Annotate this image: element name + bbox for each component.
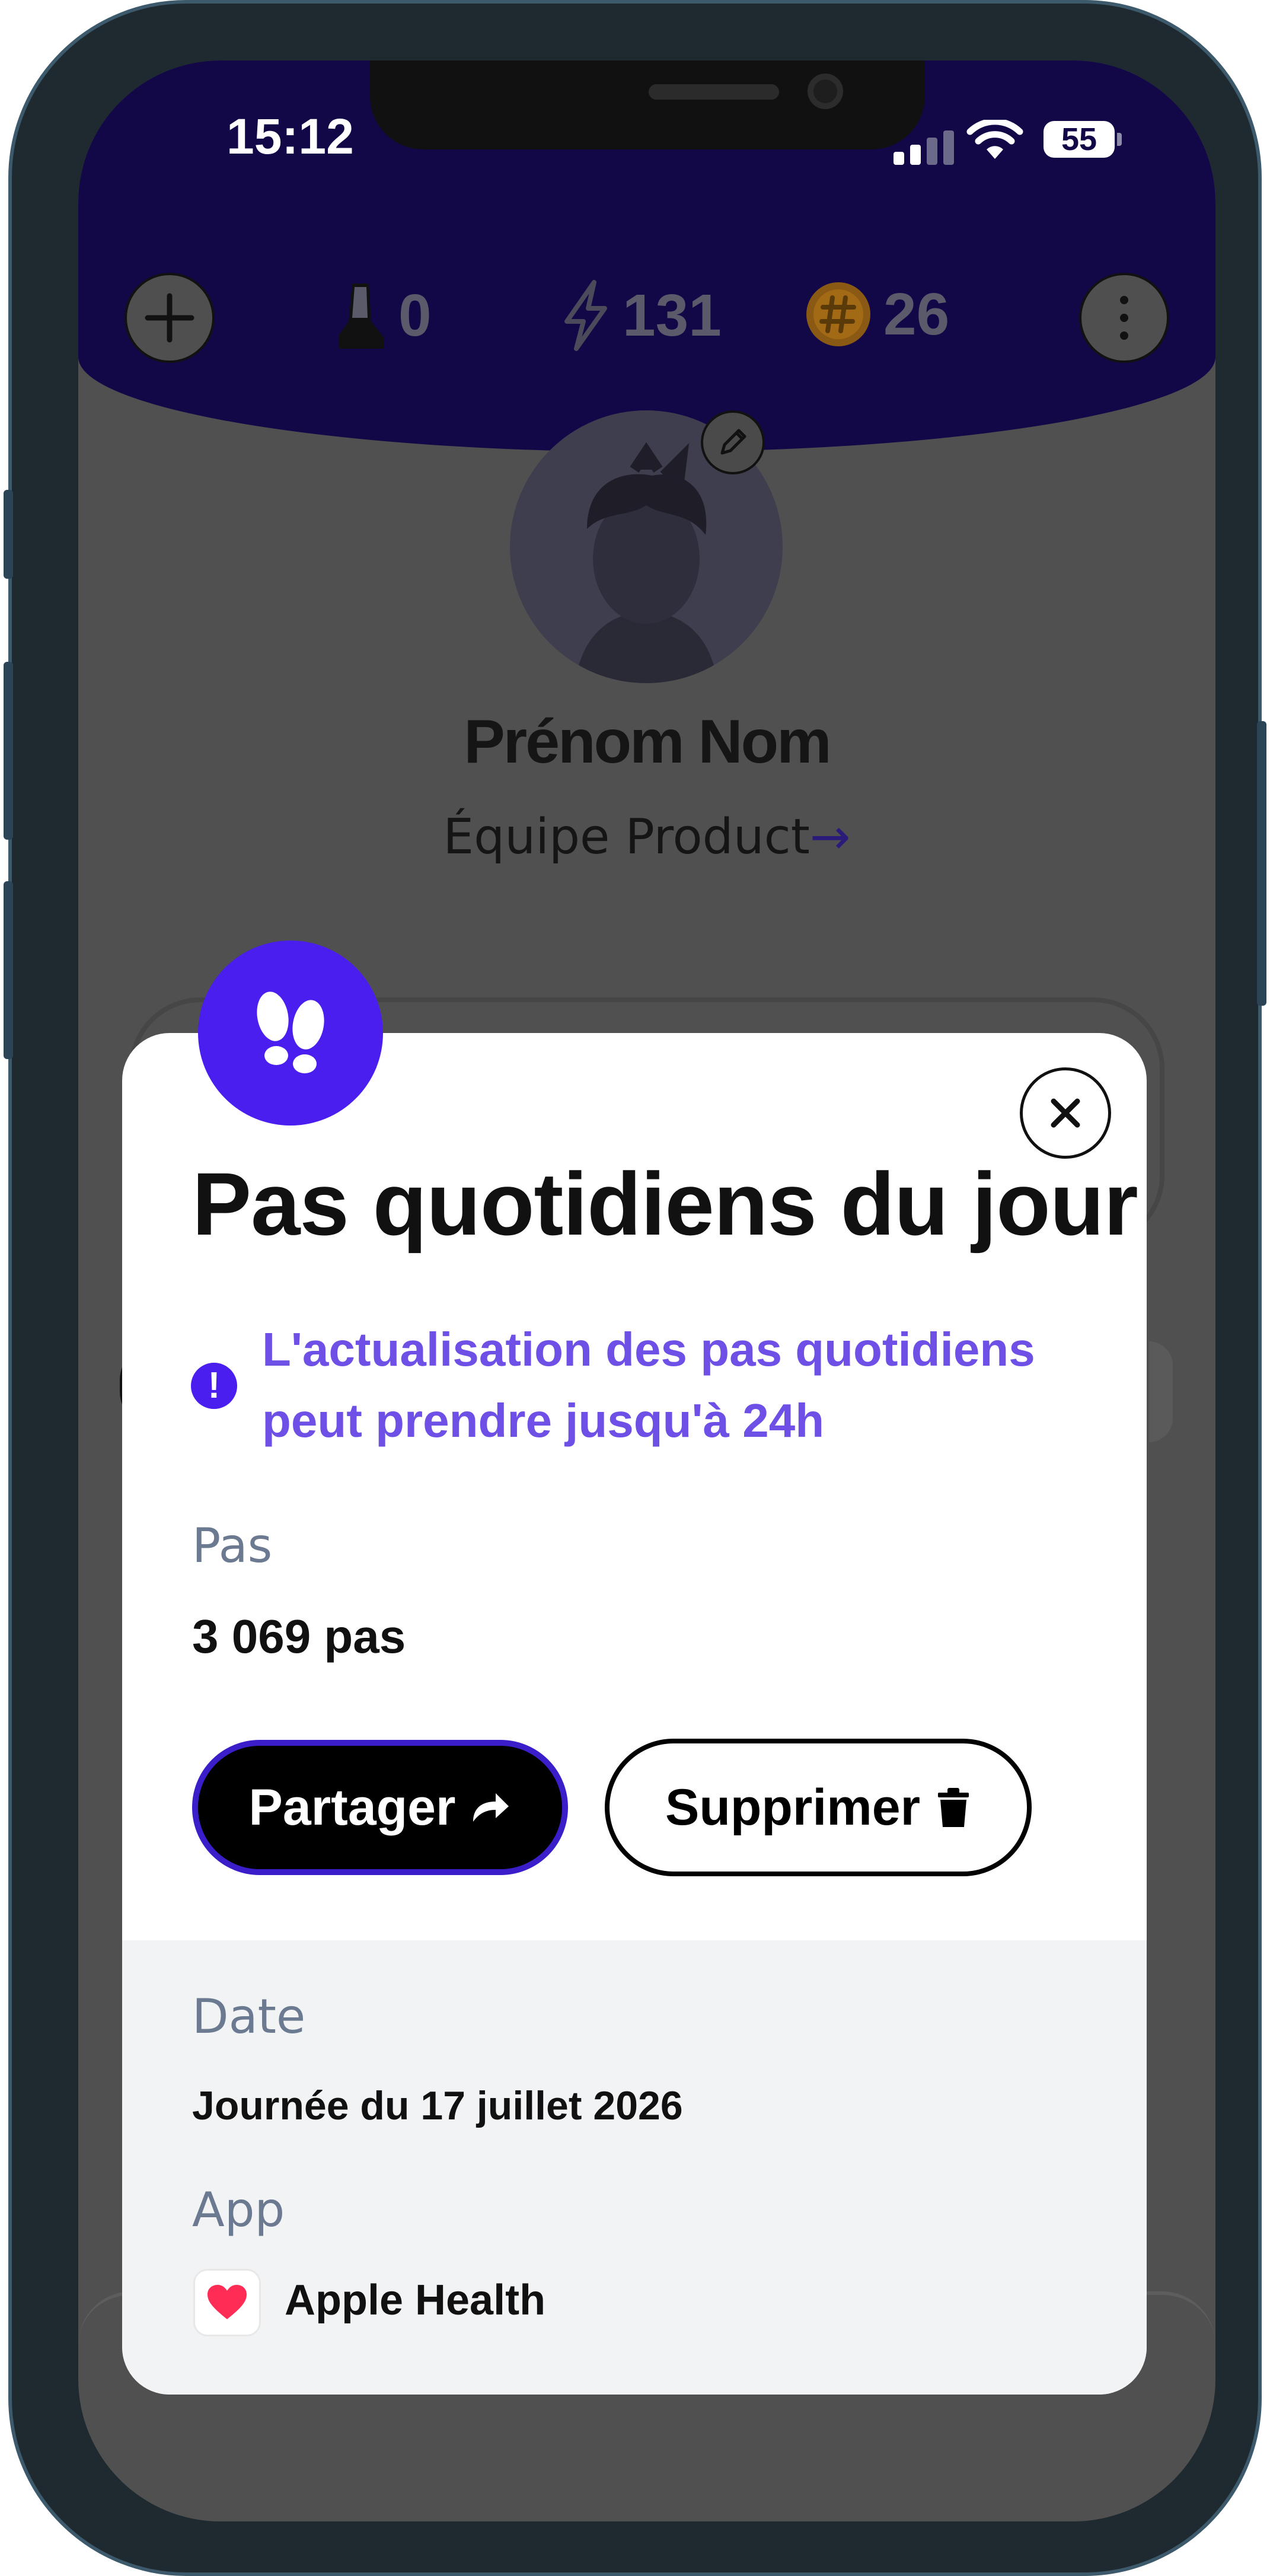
info-message: L'actualisation des pas quotidiens peut … (262, 1323, 1035, 1447)
energy-count: 131 (623, 282, 722, 349)
notch (370, 60, 925, 149)
battery-indicator: 55 (1044, 121, 1115, 158)
more-vertical-icon (1120, 296, 1128, 340)
modal-title: Pas quotidiens du jour (192, 1154, 1138, 1254)
sneaker-icon (339, 283, 384, 349)
energy-stat[interactable]: 131 (559, 280, 722, 351)
app-value: Apple Health (285, 2277, 546, 2324)
more-button[interactable] (1079, 273, 1169, 363)
share-button[interactable]: Partager (192, 1740, 568, 1875)
arrow-right-icon: → (809, 809, 851, 865)
add-button[interactable] (125, 273, 215, 363)
app-label: App (192, 2182, 285, 2237)
close-button[interactable] (1020, 1067, 1115, 1159)
info-icon: ! (191, 1363, 237, 1409)
volume-up-button (4, 662, 13, 840)
background-element (1149, 1341, 1173, 1442)
delete-button-label: Supprimer (665, 1778, 921, 1836)
share-button-label: Partager (248, 1778, 456, 1836)
apple-health-logo (193, 2269, 261, 2336)
delete-button[interactable]: Supprimer (605, 1739, 1032, 1876)
coins-count: 26 (883, 280, 950, 347)
pencil-icon (720, 429, 746, 455)
steps-stat[interactable]: 0 (334, 280, 432, 351)
signal-icon (894, 130, 954, 165)
team-name: Équipe Product (443, 809, 810, 865)
share-arrow-icon (473, 1793, 509, 1822)
footprints-icon (257, 991, 324, 1073)
battery-tip (1117, 133, 1122, 146)
coin-icon (806, 282, 870, 346)
status-time: 15:12 (226, 109, 354, 164)
trash-icon (938, 1788, 969, 1827)
mute-switch (4, 490, 13, 579)
close-icon (1051, 1098, 1080, 1128)
date-label: Date (192, 1989, 306, 2044)
edit-avatar-button[interactable] (701, 410, 765, 474)
plus-icon (145, 293, 194, 343)
bolt-icon (564, 280, 607, 351)
profile-name: Prénom Nom (464, 707, 831, 776)
team-link[interactable]: Équipe Product→ (78, 809, 1215, 865)
heart-icon (208, 2285, 247, 2319)
wifi-icon (966, 120, 1023, 159)
power-button (1257, 721, 1266, 1006)
footprints-badge (198, 941, 383, 1126)
date-value: Journée du 17 juillet 2026 (192, 2083, 683, 2128)
close-button-ring (1020, 1067, 1111, 1159)
speaker (649, 84, 779, 100)
front-camera (808, 74, 843, 109)
steps-value: 3 069 pas (192, 1610, 406, 1663)
volume-down-button (4, 881, 13, 1059)
steps-label: Pas (192, 1518, 273, 1573)
steps-count: 0 (398, 282, 432, 349)
coins-stat[interactable]: 26 (804, 280, 949, 349)
